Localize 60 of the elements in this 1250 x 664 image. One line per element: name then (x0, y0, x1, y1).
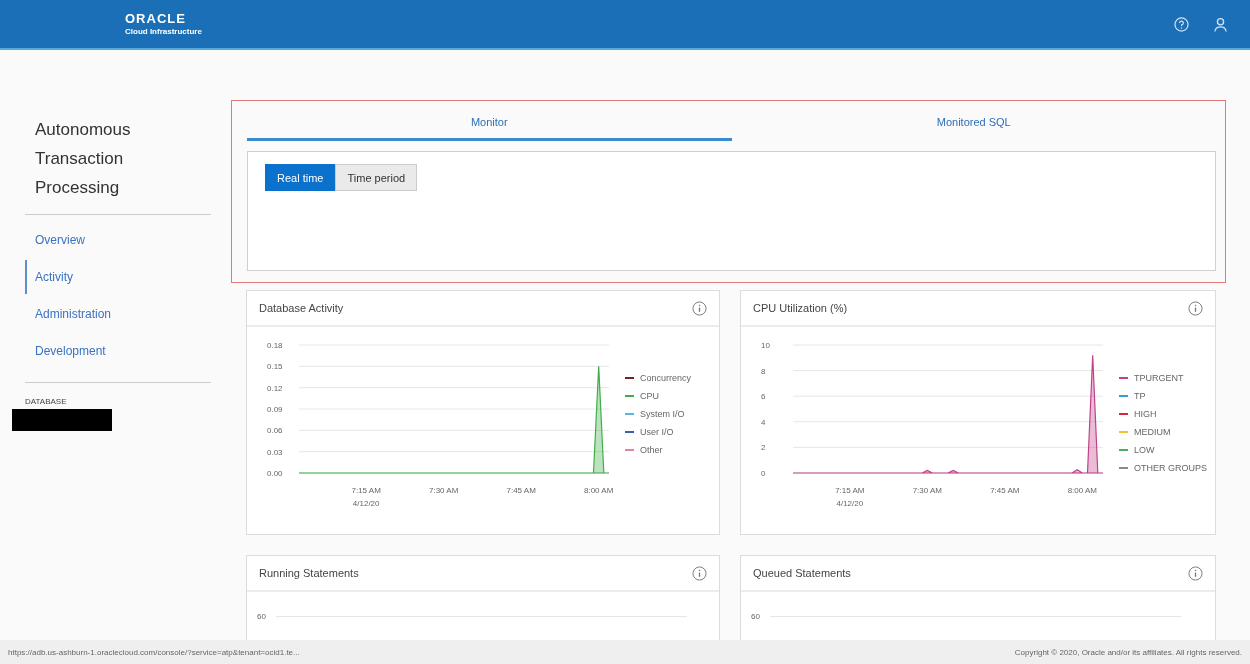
axis-label: 0.03 (267, 447, 283, 457)
info-icon[interactable] (692, 565, 707, 581)
legend-label: CPU (640, 391, 659, 401)
nav-link[interactable]: Development (25, 340, 211, 362)
card-title: Running Statements (259, 567, 359, 579)
nav-link[interactable]: Activity (25, 260, 211, 294)
axis-label: 4/12/20 (352, 499, 380, 508)
axis-label: 6 (761, 392, 766, 402)
copyright-text: Copyright © 2020, Oracle and/or its affiliates. All rights reserved. (1014, 647, 1242, 657)
nav-link[interactable]: Overview (25, 229, 211, 251)
oracle-logo[interactable]: ORACLE (125, 11, 202, 26)
axis-label: 4/12/20 (836, 499, 864, 508)
card-title: CPU Utilization (%) (753, 302, 848, 314)
legend-label: HIGH (1134, 409, 1157, 419)
axis-label: 7:30 AM (429, 486, 459, 495)
tab[interactable]: Monitored SQL (731, 108, 1216, 141)
legend-label: Concurrency (640, 373, 692, 383)
axis-label: 0.12 (267, 383, 283, 393)
legend-label: LOW (1134, 445, 1155, 455)
axis-label: 8:00 AM (1067, 486, 1097, 495)
card-title: Queued Statements (753, 567, 851, 579)
tab[interactable]: Monitor (247, 108, 732, 141)
status-url: https://adb.us-ashburn-1.oraclecloud.com/console/?service=atp&tenant=ocid1.te... (8, 647, 300, 657)
mode-button[interactable]: Time period (335, 164, 418, 191)
legend-label: MEDIUM (1134, 427, 1171, 437)
axis-label: 0.09 (267, 405, 283, 414)
axis-label: 7:15 AM (351, 486, 381, 495)
axis-label: 60 (751, 612, 760, 621)
logo-subtitle: Cloud Infrastructure (125, 25, 202, 37)
axis-label: 8 (761, 366, 766, 376)
axis-label: 7:15 AM (835, 486, 865, 495)
legend-label: TPURGENT (1134, 373, 1184, 383)
axis-label: 8:00 AM (584, 486, 614, 495)
service-title: Autonomous Transaction Processing (34, 119, 132, 199)
mode-button[interactable]: Real time (265, 164, 336, 191)
user-icon[interactable] (1213, 16, 1228, 32)
axis-label: 0 (761, 469, 766, 478)
axis-label: 0.06 (267, 426, 283, 436)
info-icon[interactable] (1188, 565, 1203, 581)
axis-label: 0.18 (267, 341, 283, 350)
axis-label: 7:45 AM (506, 486, 536, 495)
info-icon[interactable] (692, 300, 707, 316)
axis-label: 7:30 AM (912, 486, 942, 495)
legend-label: System I/O (640, 409, 685, 419)
legend-label: OTHER GROUPS (1134, 463, 1207, 473)
database-label: DATABASE (25, 397, 68, 406)
nav-link[interactable]: Administration (25, 303, 211, 325)
axis-label: 4 (761, 417, 766, 427)
axis-label: 2 (761, 443, 766, 453)
info-icon[interactable] (1188, 300, 1203, 316)
help-icon[interactable] (1174, 16, 1189, 32)
axis-label: 7:45 AM (990, 486, 1020, 495)
legend-label: TP (1134, 391, 1146, 401)
legend-label: Other (640, 445, 663, 455)
legend-label: User I/O (640, 427, 674, 437)
axis-label: 0.15 (267, 362, 283, 372)
axis-label: 0.00 (267, 469, 283, 478)
card-title: Database Activity (259, 302, 344, 314)
axis-label: 10 (761, 341, 770, 350)
axis-label: 60 (257, 612, 266, 621)
